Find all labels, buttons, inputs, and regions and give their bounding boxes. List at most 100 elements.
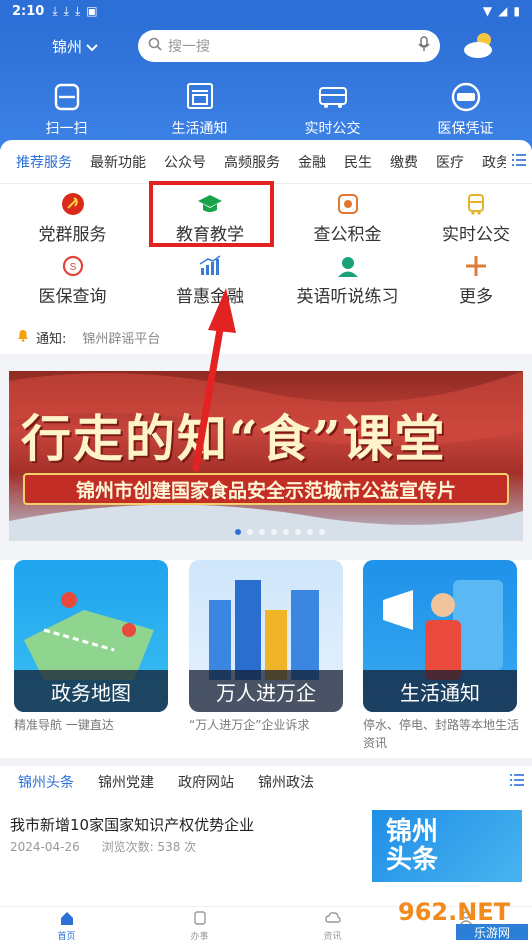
tab-headlines[interactable]: 锦州头条 xyxy=(18,772,74,800)
service-label: 查公积金 xyxy=(313,225,382,245)
chevron-down-icon xyxy=(86,38,98,56)
news-tabs: 锦州头条 锦州党建 政府网站 锦州政法 xyxy=(0,766,532,800)
fund-icon xyxy=(335,192,361,216)
nav-services[interactable]: 办事 xyxy=(133,907,266,945)
service-label: 党群服务 xyxy=(38,225,107,245)
quick-insurance[interactable]: 医保凭证 xyxy=(399,82,532,138)
service-label: 医保查询 xyxy=(38,287,107,307)
carousel-dot[interactable] xyxy=(259,529,265,535)
insurance-icon xyxy=(450,82,482,112)
tab-official-accounts[interactable]: 公众号 xyxy=(164,152,206,172)
carousel-dot[interactable] xyxy=(295,529,301,535)
search-placeholder: 搜一搜 xyxy=(168,39,210,55)
highlight-box xyxy=(149,181,274,247)
menu-icon[interactable] xyxy=(508,772,526,792)
quick-actions: 扫一扫 生活通知 实时公交 医保凭证 xyxy=(0,82,532,138)
document-icon xyxy=(192,910,208,929)
carousel-dot[interactable] xyxy=(319,529,325,535)
service-party[interactable]: 党群服务 xyxy=(0,186,145,248)
microphone-icon[interactable] xyxy=(418,36,430,56)
quick-scan[interactable]: 扫一扫 xyxy=(0,82,133,138)
svg-text:S: S xyxy=(69,262,76,273)
notice-bar[interactable]: 通知: 锦州辟谣平台 xyxy=(0,320,532,354)
news-date: 2024-04-26 xyxy=(10,840,80,854)
tab-latest[interactable]: 最新功能 xyxy=(90,152,146,172)
feature-life-notice[interactable]: 生活通知 xyxy=(363,560,517,712)
tab-party-building[interactable]: 锦州党建 xyxy=(98,772,154,792)
service-housing-fund[interactable]: 查公积金 xyxy=(275,186,420,248)
status-time: 2:10 xyxy=(12,3,45,19)
feature-desc: 精准导航 一键直达 xyxy=(14,718,114,732)
notice-text: 锦州辟谣平台 xyxy=(82,331,161,347)
bell-icon xyxy=(16,328,30,346)
service-bus[interactable]: 实时公交 xyxy=(420,186,532,248)
news-meta: 2024-04-26 浏览次数: 538 次 xyxy=(10,838,214,855)
quick-label: 生活通知 xyxy=(171,121,228,137)
quick-label: 医保凭证 xyxy=(437,121,494,137)
city-selector[interactable]: 锦州 xyxy=(52,36,98,57)
banner-title: 行走的知“食”课堂 xyxy=(21,409,447,468)
service-medical[interactable]: S 医保查询 xyxy=(0,248,145,310)
nav-home[interactable]: 首页 xyxy=(0,907,133,945)
tab-finance[interactable]: 金融 xyxy=(298,152,326,172)
headset-icon xyxy=(335,254,361,278)
feature-desc: “万人进万企”企业诉求 xyxy=(189,718,310,732)
weather-icon[interactable] xyxy=(462,30,498,60)
bus-icon xyxy=(317,82,349,112)
wifi-icon: ▼ xyxy=(482,4,493,18)
banner-subtitle: 锦州市创建国家食品安全示范城市公益宣传片 xyxy=(23,473,509,505)
tab-law[interactable]: 锦州政法 xyxy=(258,772,314,792)
feature-gov-map[interactable]: 政务地图 xyxy=(14,560,168,712)
header: 锦州 搜一搜 扫一扫 生活通知 实时公交 医保凭证 xyxy=(0,22,532,150)
notice-icon xyxy=(184,82,216,112)
search-bar[interactable]: 搜一搜 xyxy=(138,30,440,62)
status-bar: 2:10 ⤓ ⤓ ⤓ ▣ ▼ ◢ ▮ xyxy=(0,0,532,22)
quick-label: 扫一扫 xyxy=(45,121,88,137)
feature-enterprise[interactable]: 万人进万企 xyxy=(189,560,343,712)
quick-label: 实时公交 xyxy=(304,121,361,137)
carousel-dot[interactable] xyxy=(271,529,277,535)
battery-icon: ▮ xyxy=(513,4,520,18)
feature-label: 政务地图 xyxy=(14,670,168,712)
download-icon: ⤓ xyxy=(63,3,69,18)
tab-medical[interactable]: 医疗 xyxy=(436,152,464,172)
plus-icon xyxy=(463,254,489,278)
news-views: 浏览次数: 538 次 xyxy=(101,840,197,854)
feature-label: 万人进万企 xyxy=(189,670,343,712)
tab-livelihood[interactable]: 民生 xyxy=(344,152,372,172)
tab-payment[interactable]: 缴费 xyxy=(390,152,418,172)
service-label: 英语听说练习 xyxy=(296,287,399,307)
download-icon: ⤓ xyxy=(52,3,58,18)
service-label: 实时公交 xyxy=(442,225,510,245)
search-icon xyxy=(148,37,162,55)
image-icon: ▣ xyxy=(86,4,98,18)
news-item[interactable]: 我市新增10家国家知识产权优势企业 2024-04-26 浏览次数: 538 次… xyxy=(0,798,532,906)
quick-bus[interactable]: 实时公交 xyxy=(266,82,399,138)
home-icon xyxy=(59,910,75,929)
service-finance[interactable]: 普惠金融 xyxy=(145,248,275,310)
tab-gov-site[interactable]: 政府网站 xyxy=(178,772,234,792)
svg-text:962.NET: 962.NET xyxy=(398,898,511,926)
carousel-dot[interactable] xyxy=(307,529,313,535)
nav-label: 资讯 xyxy=(323,932,342,942)
party-icon xyxy=(60,192,86,216)
promo-banner[interactable]: 行走的知“食”课堂 锦州市创建国家食品安全示范城市公益宣传片 xyxy=(9,371,523,541)
carousel-dot[interactable] xyxy=(247,529,253,535)
bus-icon xyxy=(463,192,489,216)
service-more[interactable]: 更多 xyxy=(420,248,532,310)
svg-text:乐游网: 乐游网 xyxy=(474,926,510,940)
menu-icon[interactable] xyxy=(506,152,528,172)
feature-cards: 政务地图 万人进万企 生活通知 精准导航 一键直达 “万人进万企”企业诉求 停水… xyxy=(0,560,532,758)
tab-frequent[interactable]: 高频服务 xyxy=(224,152,280,172)
news-thumbnail: 锦州头条 xyxy=(372,810,522,882)
tab-recommended[interactable]: 推荐服务 xyxy=(16,152,72,172)
signal-icon: ◢ xyxy=(498,4,508,18)
watermark-logo: 962.NET 乐游网 xyxy=(396,896,530,942)
nav-news[interactable]: 资讯 xyxy=(266,907,399,945)
quick-life-notice[interactable]: 生活通知 xyxy=(133,82,266,138)
service-english[interactable]: 英语听说练习 xyxy=(275,248,420,310)
bar-chart-icon xyxy=(197,254,223,278)
carousel-dot[interactable] xyxy=(283,529,289,535)
city-label: 锦州 xyxy=(52,38,83,56)
carousel-dot[interactable] xyxy=(235,529,241,535)
